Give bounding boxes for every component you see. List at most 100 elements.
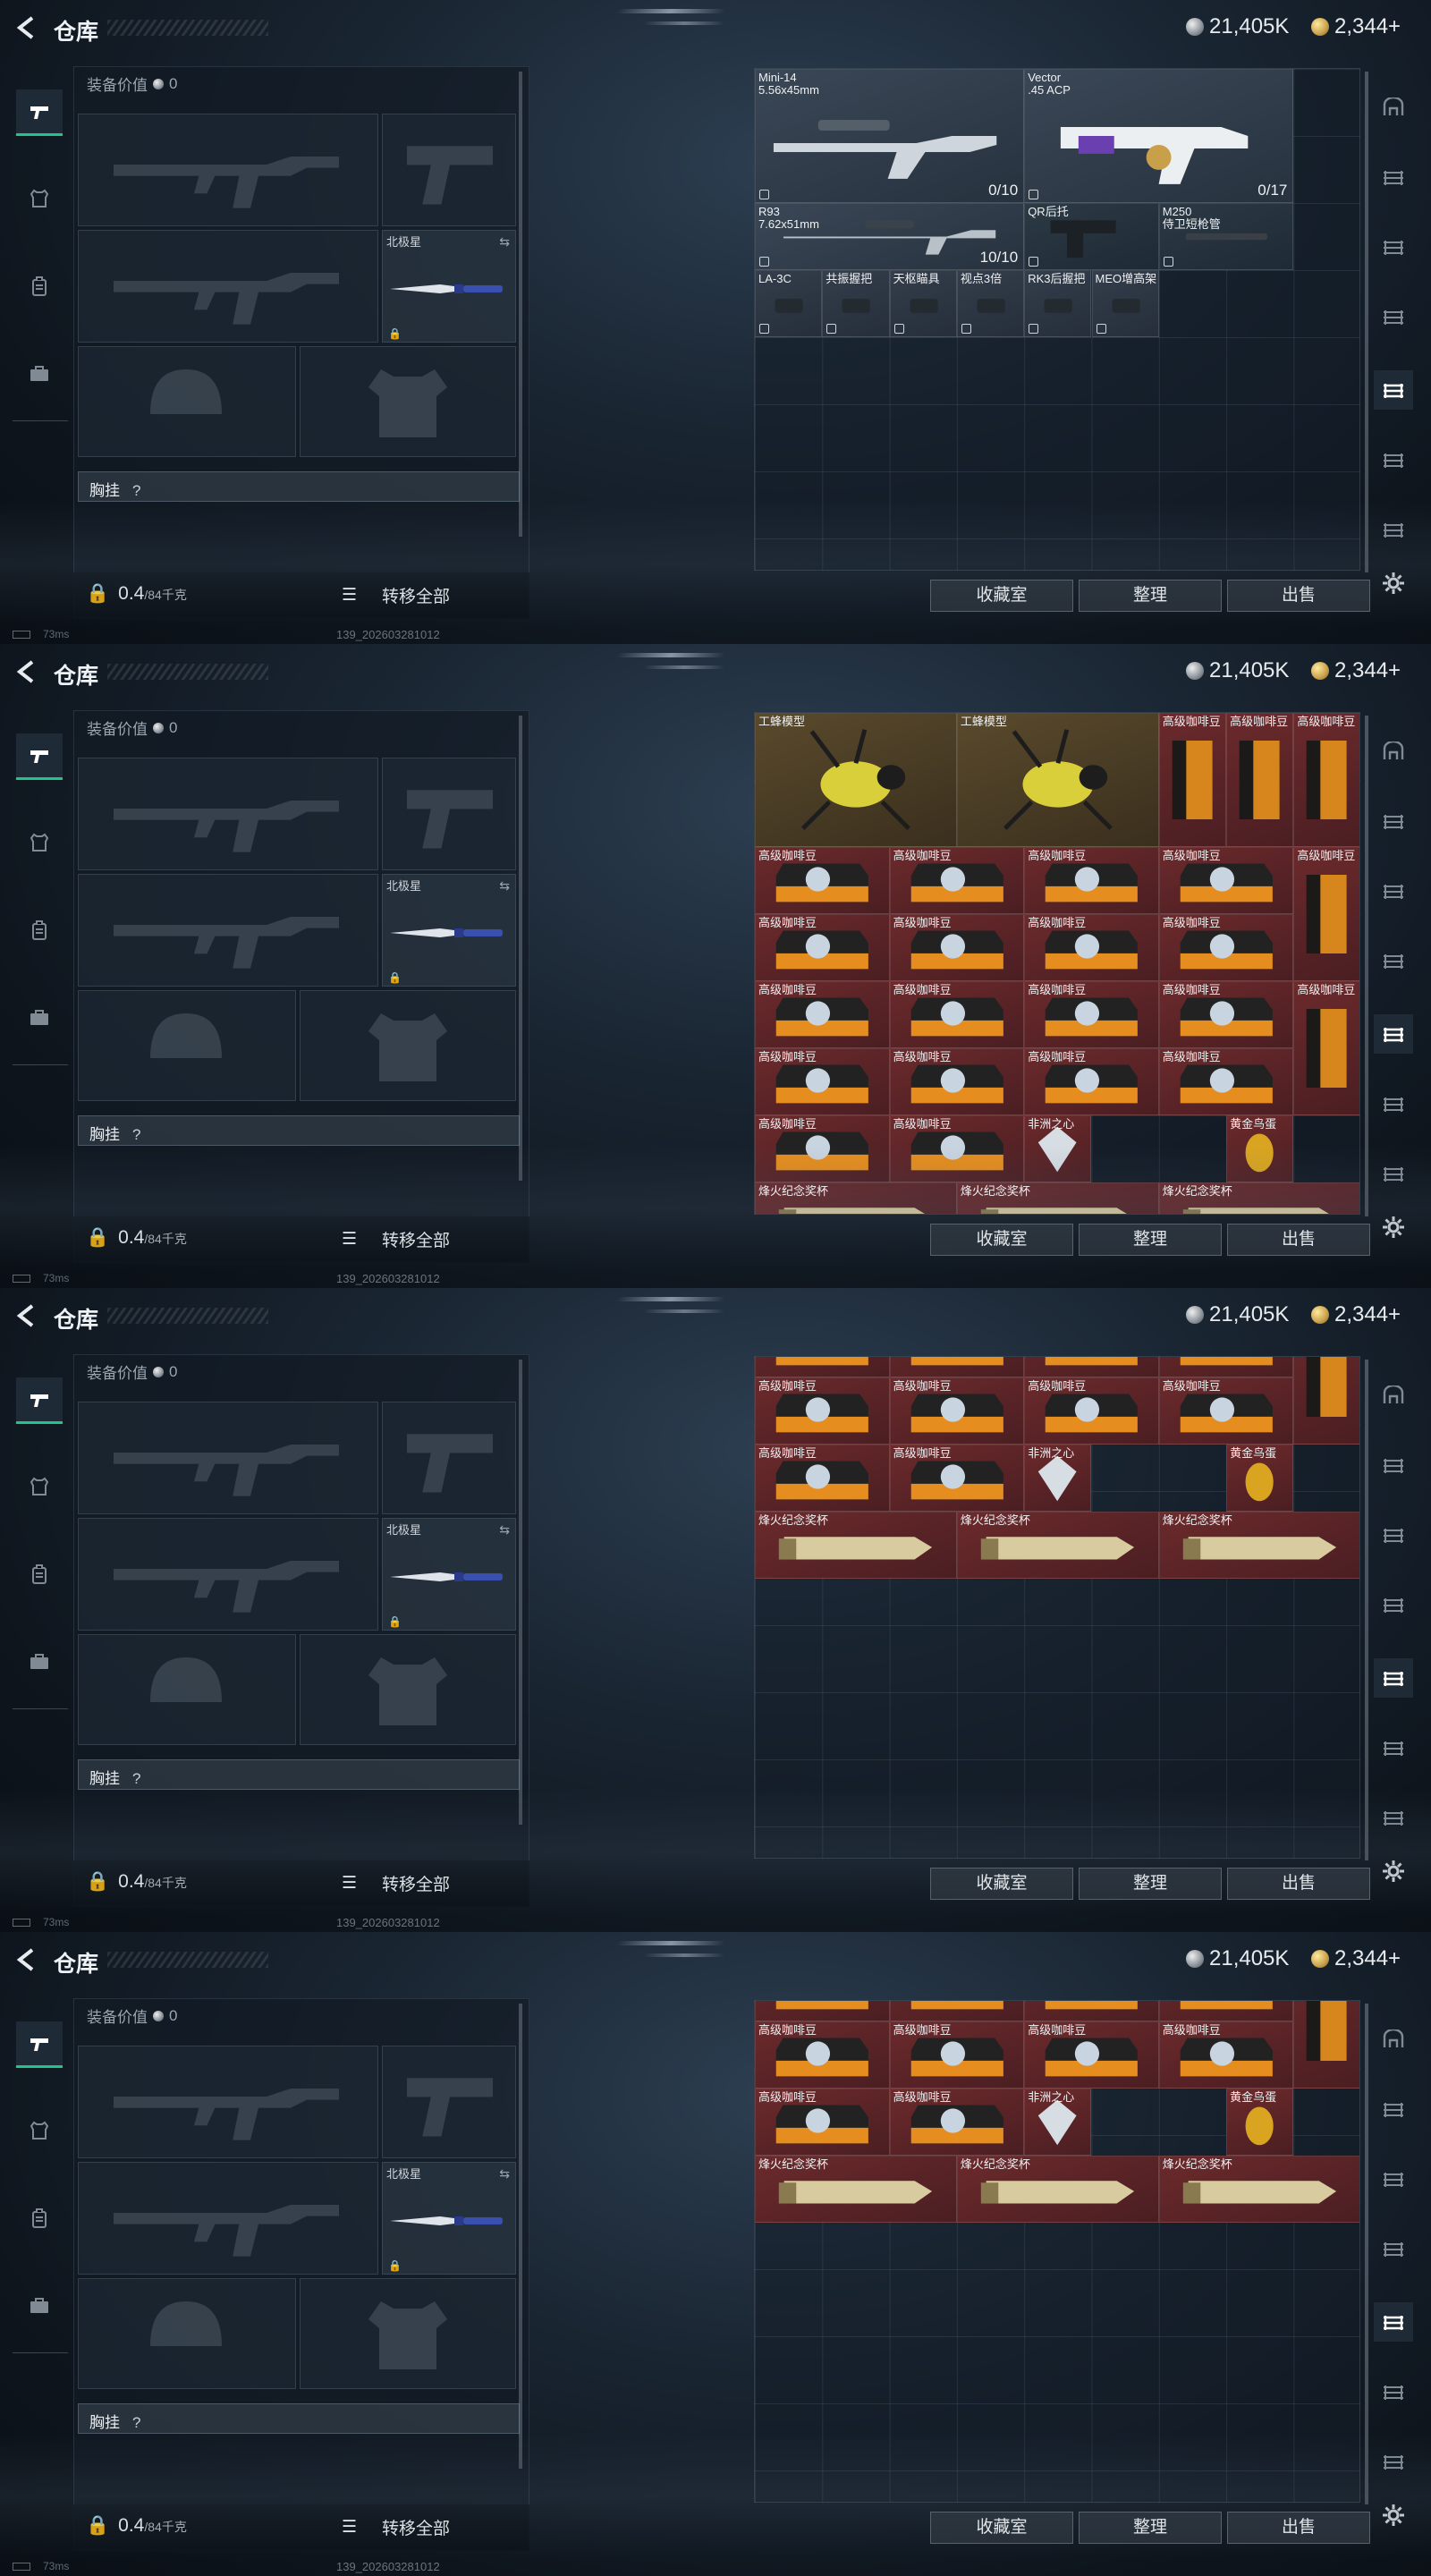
sell-button[interactable]: 出售 bbox=[1227, 580, 1370, 612]
inventory-item[interactable]: 烽火纪念奖杯 bbox=[1158, 1511, 1359, 1579]
storage-grid[interactable]: 高级咖啡豆 高级咖啡豆 高级咖啡豆 高级咖啡豆 高级咖啡豆 高级咖啡豆 非洲之心 黄金鸟蛋 烽火… bbox=[754, 1356, 1360, 1859]
inventory-item[interactable]: 烽火纪念奖杯 bbox=[755, 2155, 957, 2223]
gold-balance[interactable]: 2,344+ bbox=[1311, 658, 1401, 683]
inventory-item[interactable]: 烽火纪念奖杯 bbox=[1158, 1182, 1359, 1214]
storage-tab-6[interactable] bbox=[1374, 1154, 1413, 1193]
swap-icon[interactable]: ⇆ bbox=[499, 234, 510, 250]
gold-balance[interactable]: 2,344+ bbox=[1311, 1302, 1401, 1327]
storage-grid[interactable]: Mini-14 5.56x45mm 0/10 Vector .45 ACP 0/17 R… bbox=[754, 68, 1360, 571]
storage-tab-1[interactable] bbox=[1374, 801, 1413, 841]
inventory-item[interactable]: 非洲之心 bbox=[1024, 1115, 1092, 1182]
pistol-slot[interactable] bbox=[382, 114, 516, 226]
inventory-item[interactable]: 烽火纪念奖杯 bbox=[1158, 2155, 1359, 2223]
melee-slot[interactable]: 北极星 ⇆ 🔒 bbox=[382, 230, 516, 343]
storage-tab-4[interactable] bbox=[1374, 370, 1413, 410]
chest-rig-help[interactable]: ? bbox=[132, 1770, 140, 1787]
secondary-weapon-slot[interactable] bbox=[78, 230, 378, 343]
storage-tab-5[interactable] bbox=[1374, 1728, 1413, 1767]
helmet-slot[interactable] bbox=[78, 990, 296, 1101]
inventory-item[interactable] bbox=[889, 2001, 1025, 2021]
inventory-item[interactable] bbox=[755, 1357, 890, 1377]
inventory-item[interactable]: 高级咖啡豆 bbox=[1024, 914, 1159, 981]
inventory-item[interactable]: 高级咖啡豆 bbox=[1293, 713, 1359, 847]
inventory-item[interactable]: 高级咖啡豆 bbox=[889, 981, 1025, 1048]
storage-tab-4[interactable] bbox=[1374, 1014, 1413, 1054]
secondary-weapon-slot[interactable] bbox=[78, 2162, 378, 2275]
storage-tab-6[interactable] bbox=[1374, 2442, 1413, 2481]
inventory-item[interactable]: 高级咖啡豆 bbox=[755, 1115, 890, 1182]
melee-slot[interactable]: 北极星 ⇆ 🔒 bbox=[382, 874, 516, 987]
inventory-item[interactable]: 高级咖啡豆 bbox=[1226, 713, 1294, 847]
inventory-item[interactable]: 烽火纪念奖杯 bbox=[956, 1511, 1159, 1579]
collection-room-button[interactable]: 收藏室 bbox=[930, 1224, 1073, 1256]
back-arrow-icon[interactable] bbox=[13, 657, 39, 687]
inventory-item[interactable]: 高级咖啡豆 bbox=[1158, 981, 1294, 1048]
tab-backpack[interactable] bbox=[16, 907, 63, 953]
inventory-item[interactable] bbox=[1293, 2001, 1359, 2089]
storage-tab-3[interactable] bbox=[1374, 941, 1413, 980]
storage-tab-main[interactable] bbox=[1374, 1376, 1413, 1415]
tab-case[interactable] bbox=[16, 2283, 63, 2329]
storage-scrollbar[interactable] bbox=[1365, 2004, 1368, 2504]
storage-tab-main[interactable] bbox=[1374, 88, 1413, 127]
inventory-item[interactable]: 黄金鸟蛋 bbox=[1226, 2088, 1294, 2156]
storage-tab-5[interactable] bbox=[1374, 1084, 1413, 1123]
inventory-item[interactable]: Mini-14 5.56x45mm 0/10 bbox=[755, 69, 1025, 203]
inventory-item[interactable]: 高级咖啡豆 bbox=[1158, 847, 1294, 914]
inventory-item[interactable]: 高级咖啡豆 bbox=[889, 914, 1025, 981]
inventory-item[interactable]: 天枢瞄具 bbox=[889, 270, 957, 337]
primary-weapon-slot[interactable] bbox=[78, 758, 378, 870]
inventory-item[interactable]: M250 侍卫短枪管 bbox=[1158, 203, 1294, 270]
tab-backpack[interactable] bbox=[16, 263, 63, 309]
sell-button[interactable]: 出售 bbox=[1227, 2512, 1370, 2544]
tab-case[interactable] bbox=[16, 995, 63, 1041]
inventory-item[interactable]: 工蜂模型 bbox=[755, 713, 957, 847]
primary-weapon-slot[interactable] bbox=[78, 114, 378, 226]
body-armor-slot[interactable] bbox=[300, 990, 516, 1101]
equipment-scrollbar[interactable] bbox=[519, 716, 522, 1181]
inventory-item[interactable]: 高级咖啡豆 bbox=[889, 1048, 1025, 1115]
storage-scrollbar[interactable] bbox=[1365, 1360, 1368, 1860]
inventory-item[interactable]: RK3后握把 bbox=[1024, 270, 1092, 337]
inventory-item[interactable] bbox=[889, 1357, 1025, 1377]
collection-room-button[interactable]: 收藏室 bbox=[930, 2512, 1073, 2544]
inventory-item[interactable] bbox=[755, 2001, 890, 2021]
inventory-item[interactable]: 高级咖啡豆 bbox=[889, 2021, 1025, 2089]
body-armor-slot[interactable] bbox=[300, 346, 516, 457]
inventory-item[interactable]: 高级咖啡豆 bbox=[755, 847, 890, 914]
inventory-item[interactable]: 高级咖啡豆 bbox=[755, 914, 890, 981]
chest-rig-slot[interactable]: 胸挂? bbox=[78, 1759, 520, 1790]
inventory-item[interactable]: 高级咖啡豆 bbox=[889, 1444, 1025, 1512]
tab-case[interactable] bbox=[16, 351, 63, 397]
inventory-item[interactable]: 视点3倍 bbox=[956, 270, 1025, 337]
storage-tab-6[interactable] bbox=[1374, 510, 1413, 549]
body-armor-slot[interactable] bbox=[300, 2278, 516, 2389]
inventory-item[interactable]: 高级咖啡豆 bbox=[1024, 847, 1159, 914]
chest-rig-help[interactable]: ? bbox=[132, 1126, 140, 1143]
tab-case[interactable] bbox=[16, 1639, 63, 1685]
inventory-item[interactable]: 高级咖啡豆 bbox=[1293, 847, 1359, 981]
gold-balance[interactable]: 2,344+ bbox=[1311, 14, 1401, 39]
inventory-item[interactable]: 高级咖啡豆 bbox=[755, 2021, 890, 2089]
inventory-item[interactable]: 高级咖啡豆 bbox=[755, 1444, 890, 1512]
tab-armor[interactable] bbox=[16, 819, 63, 866]
inventory-item[interactable]: 高级咖啡豆 bbox=[1158, 1377, 1294, 1445]
storage-tab-3[interactable] bbox=[1374, 2229, 1413, 2268]
inventory-item[interactable]: 高级咖啡豆 bbox=[889, 1115, 1025, 1182]
inventory-item[interactable]: 高级咖啡豆 bbox=[755, 1048, 890, 1115]
chest-rig-slot[interactable]: 胸挂? bbox=[78, 2403, 520, 2434]
secondary-weapon-slot[interactable] bbox=[78, 874, 378, 987]
inventory-item[interactable]: 共振握把 bbox=[822, 270, 890, 337]
storage-tab-1[interactable] bbox=[1374, 2089, 1413, 2129]
chest-rig-help[interactable]: ? bbox=[132, 482, 140, 499]
inventory-item[interactable]: 非洲之心 bbox=[1024, 2088, 1092, 2156]
tab-armor[interactable] bbox=[16, 175, 63, 222]
pistol-slot[interactable] bbox=[382, 758, 516, 870]
helmet-slot[interactable] bbox=[78, 1634, 296, 1745]
helmet-slot[interactable] bbox=[78, 346, 296, 457]
collection-room-button[interactable]: 收藏室 bbox=[930, 580, 1073, 612]
inventory-item[interactable]: R93 7.62x51mm 10/10 bbox=[755, 203, 1025, 270]
secondary-weapon-slot[interactable] bbox=[78, 1518, 378, 1631]
sell-button[interactable]: 出售 bbox=[1227, 1868, 1370, 1900]
gold-balance[interactable]: 2,344+ bbox=[1311, 1946, 1401, 1971]
